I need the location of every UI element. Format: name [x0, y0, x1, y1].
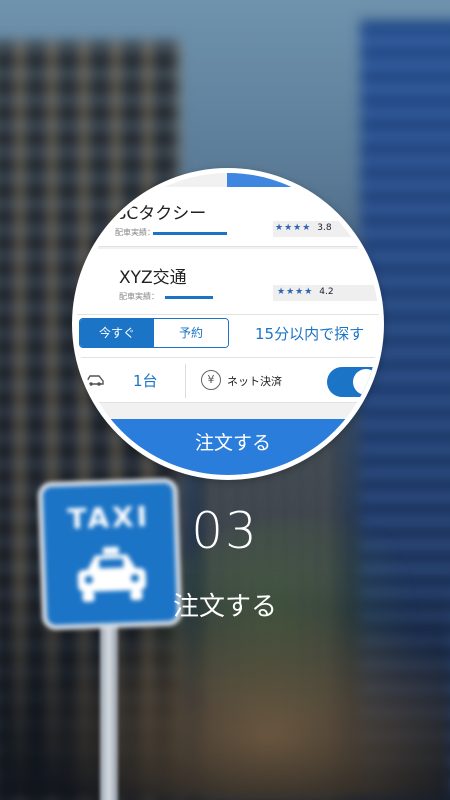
net-payment-toggle[interactable]: [327, 367, 379, 397]
order-button[interactable]: 注文する: [77, 419, 379, 475]
record-label: 配車実績：: [115, 228, 155, 237]
header-strip: [227, 173, 379, 187]
step-number: 03: [191, 502, 259, 560]
company-row[interactable]: XYZ交通 配車実績： ★★★★ 4.2: [77, 249, 379, 315]
tab-reserve[interactable]: 予約: [154, 319, 228, 347]
search-window-selector[interactable]: 15分以内で探す: [255, 323, 364, 344]
company-name: BCタクシー: [115, 204, 207, 224]
divider: [185, 364, 186, 398]
sign-pole: [100, 620, 118, 800]
tab-now[interactable]: 今すぐ: [80, 319, 154, 347]
mode-row: 今すぐ 予約 15分以内で探す: [77, 315, 379, 357]
magnified-app-preview: BCタクシー 配車実績： ★★★★ 3.8 XYZ交通 配車実績： ★★★★ 4.2…: [72, 168, 384, 480]
record-bar: [165, 296, 213, 299]
record-bar: [153, 232, 227, 235]
star-icons: ★★★★: [277, 287, 314, 297]
net-payment-label: ネット決済: [227, 375, 282, 388]
rating: ★★★★ 4.2: [277, 287, 334, 297]
mode-segmented-control: 今すぐ 予約: [79, 318, 229, 348]
options-row: 1台 ¥ ネット決済: [77, 357, 379, 403]
rating-value: 3.8: [317, 223, 332, 233]
rating-value: 4.2: [319, 287, 334, 297]
vehicle-count[interactable]: 1台: [133, 370, 158, 391]
car-icon: [86, 375, 104, 386]
company-row[interactable]: BCタクシー 配車実績： ★★★★ 3.8: [77, 187, 379, 247]
step-title: 注文する: [172, 592, 277, 622]
record-label: 配車実績：: [119, 292, 159, 301]
rating: ★★★★ 3.8: [275, 223, 332, 233]
star-icons: ★★★★: [275, 223, 312, 233]
yen-icon: ¥: [201, 370, 221, 390]
company-name: XYZ交通: [119, 268, 187, 288]
toggle-knob: [353, 369, 379, 395]
